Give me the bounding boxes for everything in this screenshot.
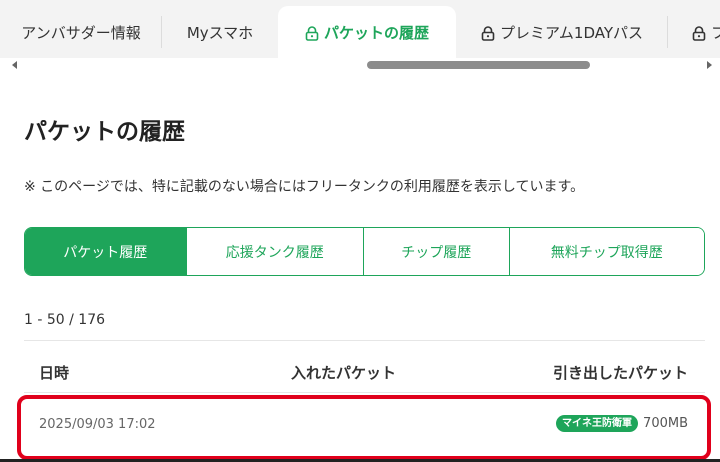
- lock-icon: [692, 25, 706, 41]
- segment-packet-history[interactable]: パケット履歴: [25, 228, 186, 275]
- arrow-left-icon[interactable]: [10, 60, 20, 70]
- result-count: 1 - 50 / 176: [24, 312, 106, 328]
- tab-label: パケットの履歴: [323, 23, 429, 42]
- row-withdrawn: マイネ王防衛軍 700MB: [556, 415, 688, 432]
- team-badge: マイネ王防衛軍: [556, 415, 639, 432]
- row-amount: 700MB: [643, 416, 688, 431]
- row-date: 2025/09/03 17:02: [39, 417, 156, 432]
- tab-bar: アンバサダー情報 Myスマホ パケットの履歴 プレミアム1DAYパス フ: [0, 0, 720, 58]
- tab-label: Myスマホ: [186, 23, 254, 42]
- lock-icon: [481, 25, 495, 41]
- tab-premium-1day-pass[interactable]: プレミアム1DAYパス: [456, 6, 668, 58]
- tab-ambassador[interactable]: アンバサダー情報: [0, 6, 162, 58]
- tab-label: フ: [711, 23, 720, 42]
- segment-tip-history[interactable]: チップ履歴: [363, 228, 509, 275]
- page-title: パケットの履歴: [24, 119, 185, 145]
- tab-label: プレミアム1DAYパス: [499, 23, 644, 42]
- segment-free-tip-history[interactable]: 無料チップ取得歴: [508, 228, 704, 275]
- column-header-out: 引き出したパケット: [552, 364, 688, 382]
- table-row: 2025/09/03 17:02 マイネ王防衛軍 700MB: [24, 396, 705, 456]
- arrow-right-icon[interactable]: [704, 60, 714, 70]
- notice-text: ※ このページでは、特に記載のない場合にはフリータンクの利用履歴を表示しています…: [24, 179, 585, 195]
- column-header-in: 入れたパケット: [291, 364, 397, 382]
- divider: [24, 340, 705, 341]
- tab-my-smartphone[interactable]: Myスマホ: [162, 6, 278, 58]
- main-content: パケットの履歴 ※ このページでは、特に記載のない場合にはフリータンクの利用履歴…: [0, 72, 720, 462]
- segment-support-tank-history[interactable]: 応援タンク履歴: [185, 228, 364, 275]
- column-header-date: 日時: [39, 364, 70, 382]
- tab-next-truncated[interactable]: フ: [668, 6, 720, 58]
- lock-icon: [305, 25, 319, 41]
- scrollbar-thumb[interactable]: [367, 61, 590, 69]
- divider: [24, 392, 705, 393]
- page: アンバサダー情報 Myスマホ パケットの履歴 プレミアム1DAYパス フ パケッ…: [0, 0, 720, 462]
- tab-scrollbar[interactable]: [0, 58, 720, 72]
- tab-packet-history[interactable]: パケットの履歴: [278, 6, 456, 58]
- tab-label: アンバサダー情報: [21, 23, 141, 42]
- history-type-tabs: パケット履歴 応援タンク履歴 チップ履歴 無料チップ取得歴: [24, 227, 705, 276]
